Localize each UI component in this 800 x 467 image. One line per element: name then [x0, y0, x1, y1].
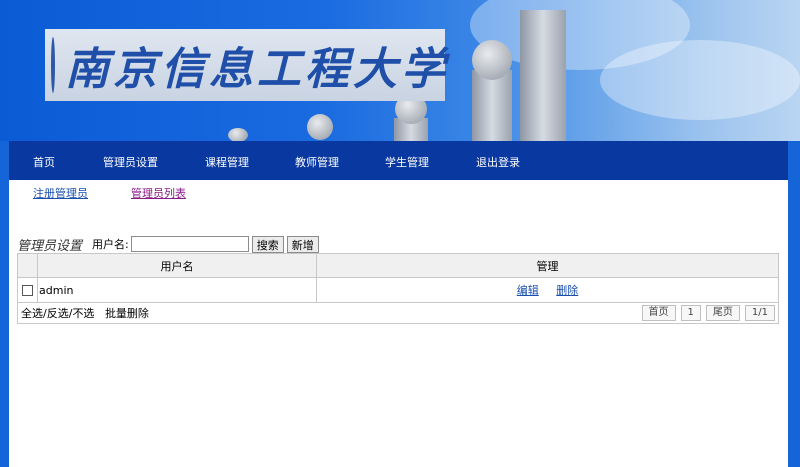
university-logo: 南京信息工程大学	[45, 29, 445, 101]
table-footer-row: 全选/反选/不选 批量删除 首页 1 尾页 1/1	[17, 302, 779, 324]
nav-logout[interactable]: 退出登录	[476, 154, 520, 170]
invert-selection-link[interactable]: 反选	[47, 307, 69, 320]
pillar	[472, 70, 512, 141]
batch-delete-link[interactable]: 批量删除	[105, 307, 149, 320]
footer-cell: 全选/反选/不选 批量删除 首页 1 尾页 1/1	[17, 302, 779, 324]
cloud	[600, 40, 800, 120]
header-username: 用户名	[37, 253, 317, 278]
add-button[interactable]: 新增	[286, 235, 319, 253]
cell-actions: 编辑 删除	[316, 277, 779, 303]
username-search-input[interactable]	[130, 236, 249, 252]
nav-admin-settings[interactable]: 管理员设置	[103, 154, 158, 170]
header-manage: 管理	[316, 253, 779, 278]
header-banner: 南京信息工程大学	[0, 0, 800, 141]
table-row: admin 编辑 删除	[17, 277, 779, 303]
row-checkbox[interactable]	[22, 285, 33, 296]
username-label: 用户名:	[92, 238, 129, 251]
university-name: 南京信息工程大学	[65, 44, 449, 95]
subnav-admin-list[interactable]: 管理员列表	[131, 185, 186, 201]
nav-course-management[interactable]: 课程管理	[205, 154, 249, 170]
delete-link[interactable]: 删除	[556, 284, 578, 297]
last-page-button[interactable]: 尾页	[705, 305, 740, 321]
stone-ball	[228, 128, 248, 141]
search-toolbar: 管理员设置 用户名: 搜索 新增	[17, 235, 322, 254]
nav-student-management[interactable]: 学生管理	[385, 154, 429, 170]
main-panel: 首页 管理员设置 课程管理 教师管理 学生管理 退出登录 注册管理员 管理员列表…	[9, 141, 788, 467]
nav-teacher-management[interactable]: 教师管理	[295, 154, 339, 170]
edit-link[interactable]: 编辑	[517, 284, 539, 297]
pagination: 首页 1 尾页 1/1	[641, 305, 775, 321]
nav-home[interactable]: 首页	[33, 154, 55, 170]
subnav-register-admin[interactable]: 注册管理员	[33, 185, 88, 201]
select-none-link[interactable]: 不选	[72, 307, 94, 320]
pillar	[520, 10, 566, 141]
first-page-button[interactable]: 首页	[641, 305, 676, 321]
table-header-row: 用户名 管理	[17, 253, 779, 278]
stone-ball	[307, 114, 333, 140]
select-controls: 全选/反选/不选 批量删除	[21, 307, 149, 320]
select-all-link[interactable]: 全选	[21, 307, 43, 320]
row-checkbox-cell	[17, 277, 38, 303]
stone-ball	[472, 40, 512, 80]
admin-table: 用户名 管理 admin 编辑 删除 全选/反选/不选 批量删除 首页 1 尾页…	[17, 253, 779, 324]
search-button[interactable]: 搜索	[251, 235, 284, 253]
page-count: 1/1	[744, 305, 775, 321]
header-checkbox-cell	[17, 253, 38, 278]
section-title: 管理员设置	[17, 238, 83, 254]
nuist-emblem-icon	[51, 37, 55, 93]
cell-username: admin	[37, 277, 317, 303]
page-number-button[interactable]: 1	[680, 305, 701, 321]
top-navigation: 首页 管理员设置 课程管理 教师管理 学生管理 退出登录	[9, 141, 788, 180]
